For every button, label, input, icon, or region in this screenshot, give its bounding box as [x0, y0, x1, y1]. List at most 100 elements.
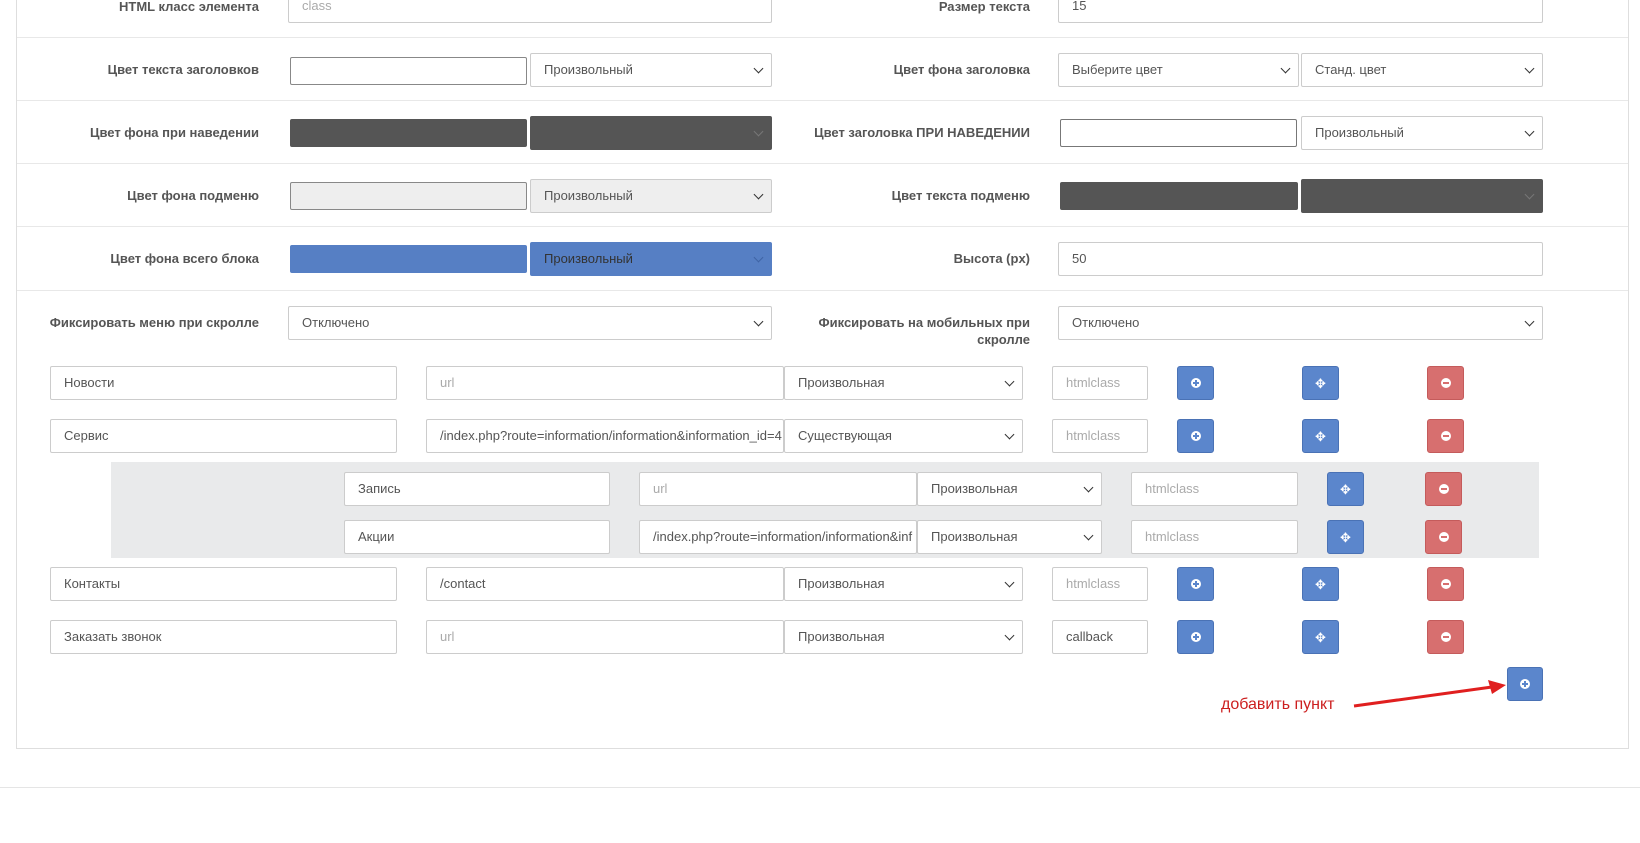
item-type-select[interactable]: Произвольная	[784, 620, 1023, 654]
select-value: Произвольный	[544, 251, 633, 266]
submenu-bg-label: Цвет фона подменю	[127, 188, 259, 203]
arrows-move-icon: ✥	[1340, 481, 1351, 497]
field-value: Контакты	[64, 576, 121, 591]
item-url-input[interactable]: url	[426, 366, 784, 400]
html-class-input[interactable]: class	[288, 0, 772, 23]
title-text-color-select[interactable]: Произвольный	[530, 53, 772, 87]
subitem-url-input[interactable]: url	[639, 472, 917, 506]
submenu-bg-select[interactable]: Произвольный	[530, 179, 772, 213]
item-class-input[interactable]: callback	[1052, 620, 1148, 654]
select-value: Произвольный	[544, 188, 633, 203]
submenu-text-select[interactable]	[1301, 179, 1543, 213]
item-type-select[interactable]: Произвольная	[784, 366, 1023, 400]
annotation-arrow	[1353, 680, 1506, 708]
field-value: Новости	[64, 375, 115, 390]
fix-mobile-select[interactable]: Отключено	[1058, 306, 1543, 340]
move-item-button[interactable]: ✥	[1302, 567, 1339, 601]
subitem-type-select[interactable]: Произвольная	[917, 472, 1102, 506]
field-value: Произвольная	[798, 375, 885, 390]
remove-item-button[interactable]	[1427, 620, 1464, 654]
move-item-button[interactable]: ✥	[1302, 366, 1339, 400]
chevron-down-icon	[1524, 126, 1535, 137]
field-value: htmlclass	[1145, 481, 1200, 496]
item-class-input[interactable]: htmlclass	[1052, 419, 1148, 453]
chevron-down-icon	[1083, 482, 1094, 493]
select-value: Отключено	[1072, 315, 1140, 330]
field-value: Произвольная	[931, 481, 1018, 496]
item-name-input[interactable]: Заказать звонок	[50, 620, 397, 654]
field-value: Акции	[358, 529, 395, 544]
add-subitem-button[interactable]	[1177, 366, 1214, 400]
height-input[interactable]: 50	[1058, 242, 1543, 276]
add-subitem-button[interactable]	[1177, 567, 1214, 601]
item-name-input[interactable]: Сервис	[50, 419, 397, 453]
arrows-move-icon: ✥	[1340, 529, 1351, 545]
add-subitem-button[interactable]	[1177, 620, 1214, 654]
title-bg-std-select[interactable]: Станд. цвет	[1301, 53, 1543, 87]
field-value: /index.php?route=information/information…	[653, 529, 913, 544]
move-item-button[interactable]: ✥	[1302, 419, 1339, 453]
item-name-input[interactable]: Контакты	[50, 567, 397, 601]
subitem-class-input[interactable]: htmlclass	[1131, 520, 1298, 554]
height-label: Высота (px)	[953, 251, 1030, 266]
add-item-button[interactable]	[1507, 667, 1543, 701]
field-value: callback	[1066, 629, 1113, 644]
remove-item-button[interactable]	[1427, 419, 1464, 453]
submenu-text-color-picker[interactable]	[1060, 182, 1298, 210]
hover-title-color-picker[interactable]	[1060, 119, 1297, 147]
fix-scroll-select[interactable]: Отключено	[288, 306, 772, 340]
move-subitem-button[interactable]: ✥	[1327, 520, 1364, 554]
item-class-input[interactable]: htmlclass	[1052, 366, 1148, 400]
select-value: Произвольный	[544, 62, 633, 77]
block-bg-select[interactable]: Произвольный	[530, 242, 772, 276]
hover-title-color-select[interactable]: Произвольный	[1301, 116, 1543, 150]
minus-circle-icon	[1440, 378, 1451, 388]
chevron-down-icon	[1524, 316, 1535, 327]
minus-circle-icon	[1440, 579, 1451, 589]
hover-title-color-label: Цвет заголовка ПРИ НАВЕДЕНИИ	[814, 125, 1030, 140]
remove-item-button[interactable]	[1427, 567, 1464, 601]
chevron-down-icon	[1524, 63, 1535, 74]
move-subitem-button[interactable]: ✥	[1327, 472, 1364, 506]
item-class-input[interactable]: htmlclass	[1052, 567, 1148, 601]
minus-circle-icon	[1440, 632, 1451, 642]
hover-bg-color-picker[interactable]	[290, 119, 527, 147]
row-divider	[17, 100, 1628, 101]
subitem-url-input[interactable]: /index.php?route=information/information…	[639, 520, 917, 554]
title-bg-color-select[interactable]: Выберите цвет	[1058, 53, 1299, 87]
subitem-type-select[interactable]: Произвольная	[917, 520, 1102, 554]
remove-subitem-button[interactable]	[1425, 520, 1462, 554]
subitem-class-input[interactable]: htmlclass	[1131, 472, 1298, 506]
chevron-down-icon	[1083, 530, 1094, 541]
subitem-name-input[interactable]: Запись	[344, 472, 610, 506]
title-text-color-picker[interactable]	[290, 57, 527, 85]
select-value: Произвольный	[1315, 125, 1404, 140]
field-value: /contact	[440, 576, 486, 591]
block-bg-color-picker[interactable]	[290, 245, 527, 273]
item-name-input[interactable]: Новости	[50, 366, 397, 400]
remove-item-button[interactable]	[1427, 366, 1464, 400]
item-url-input[interactable]: url	[426, 620, 784, 654]
item-type-select[interactable]: Существующая	[784, 419, 1023, 453]
item-url-input[interactable]: /contact	[426, 567, 784, 601]
move-item-button[interactable]: ✥	[1302, 620, 1339, 654]
item-url-input[interactable]: /index.php?route=information/information…	[426, 419, 784, 453]
chevron-down-icon	[1280, 63, 1291, 74]
hover-bg-color-select[interactable]	[530, 116, 772, 150]
field-value: htmlclass	[1066, 428, 1121, 443]
field-value: url	[440, 375, 455, 390]
row-divider	[17, 290, 1628, 291]
submenu-bg-color-picker[interactable]	[290, 182, 527, 210]
item-type-select[interactable]: Произвольная	[784, 567, 1023, 601]
field-value: htmlclass	[1066, 375, 1121, 390]
add-subitem-button[interactable]	[1177, 419, 1214, 453]
field-value: url	[440, 629, 455, 644]
title-bg-color-label: Цвет фона заголовка	[893, 62, 1030, 77]
remove-subitem-button[interactable]	[1425, 472, 1462, 506]
subitem-name-input[interactable]: Акции	[344, 520, 610, 554]
field-value: Произвольная	[931, 529, 1018, 544]
block-bg-label: Цвет фона всего блока	[110, 251, 259, 266]
row-divider	[17, 226, 1628, 227]
text-size-label: Размер текста	[938, 0, 1030, 14]
text-size-input[interactable]: 15	[1058, 0, 1543, 23]
